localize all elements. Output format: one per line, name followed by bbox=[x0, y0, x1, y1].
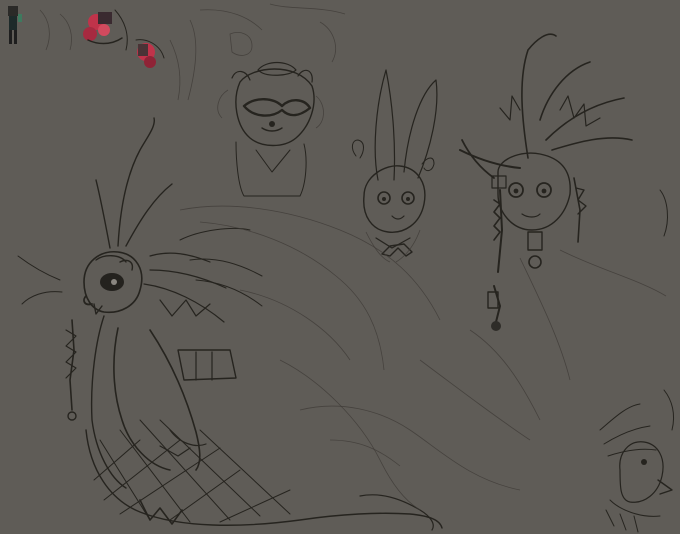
rabbit-bust bbox=[351, 69, 438, 263]
sketch-canvas bbox=[8, 3, 675, 533]
raccoon-bust bbox=[217, 61, 324, 197]
color-thumbnail-red bbox=[83, 9, 128, 51]
bird-sketch bbox=[599, 389, 675, 533]
cloaked-creature bbox=[17, 117, 541, 531]
thumbnail-row bbox=[8, 3, 346, 101]
character-thumbnail-standing bbox=[8, 6, 22, 44]
feathered-bust bbox=[459, 33, 668, 381]
color-thumbnail-bird bbox=[135, 39, 165, 68]
